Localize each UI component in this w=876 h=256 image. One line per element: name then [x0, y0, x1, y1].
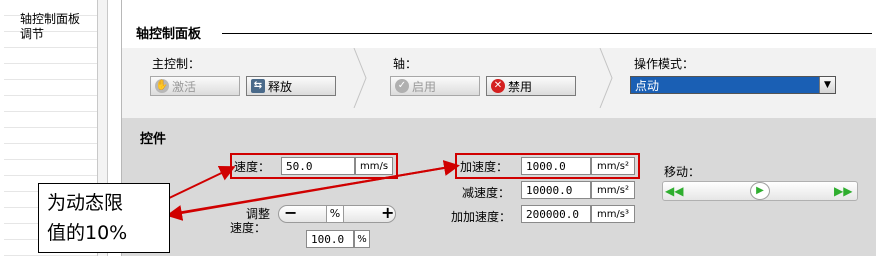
arrow-to-speed [164, 165, 236, 201]
annotation-line2: 值的10% [47, 222, 128, 244]
annotation-note: 为动态限 值的10% [38, 183, 170, 253]
arrow-from-accel [166, 165, 456, 221]
annotation-line1: 为动态限 [47, 192, 124, 214]
